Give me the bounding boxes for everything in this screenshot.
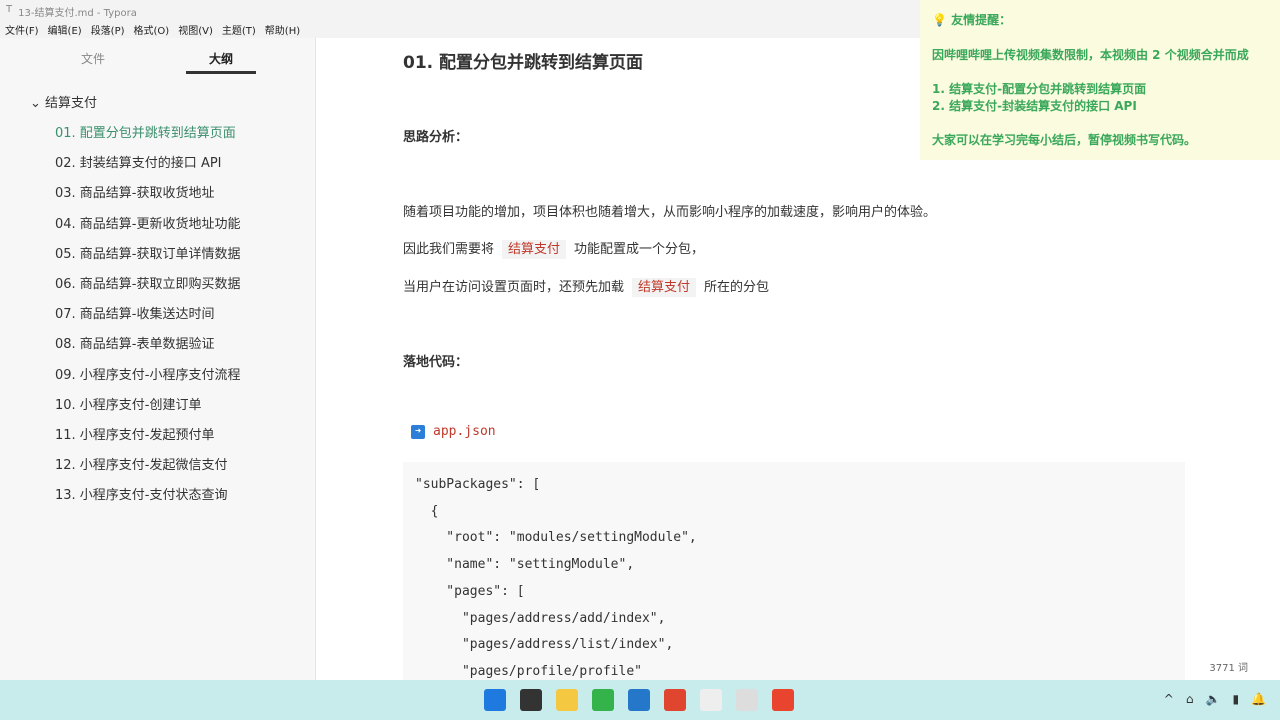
outline-item[interactable]: 13. 小程序支付-支付状态查询 [0, 484, 315, 514]
paragraph: 因此我们需要将 结算支付 功能配置成一个分包， [403, 238, 705, 259]
vscode-icon[interactable] [628, 689, 650, 711]
start-icon[interactable] [484, 689, 506, 711]
file-name: app.json [433, 424, 496, 439]
text: 因此我们需要将 [403, 242, 495, 257]
outline-item[interactable]: 02. 封装结算支付的接口 API [0, 152, 315, 182]
notice-overlay: 💡 友情提醒： 因哔哩哔哩上传视频集数限制，本视频由 2 个视频合并而成 1. … [920, 0, 1280, 160]
outline-item[interactable]: 08. 商品结算-表单数据验证 [0, 333, 315, 363]
outline-item[interactable]: 05. 商品结算-获取订单详情数据 [0, 243, 315, 273]
outline-item[interactable]: 11. 小程序支付-发起预付单 [0, 424, 315, 454]
outline-item[interactable]: 10. 小程序支付-创建订单 [0, 394, 315, 424]
sidebar: 文件 大纲 ⌄ 结算支付 01. 配置分包并跳转到结算页面 02. 封装结算支付的… [0, 38, 316, 680]
recorder-icon[interactable] [772, 689, 794, 711]
inline-code: 结算支付 [632, 278, 697, 297]
outline-item[interactable]: 03. 商品结算-获取收货地址 [0, 182, 315, 212]
tab-files[interactable]: 文件 [0, 38, 186, 74]
notice-title: 💡 友情提醒： [932, 12, 1268, 29]
menu-theme[interactable]: 主题(T) [222, 22, 256, 37]
explorer-icon[interactable] [556, 689, 578, 711]
tab-outline[interactable]: 大纲 [186, 38, 256, 74]
menu-format[interactable]: 格式(O) [134, 22, 170, 37]
bell-icon[interactable]: 🔔 [1251, 692, 1266, 706]
paragraph: 随着项目功能的增加，项目体积也随着增大，从而影响小程序的加载速度，影响用户的体验… [403, 205, 937, 220]
notice-line: 因哔哩哔哩上传视频集数限制，本视频由 2 个视频合并而成 [932, 48, 1249, 62]
arrow-right-icon: ➜ [411, 424, 425, 439]
menu-file[interactable]: 文件(F) [5, 22, 39, 37]
outline-item[interactable]: 04. 商品结算-更新收货地址功能 [0, 213, 315, 243]
landing-heading: 落地代码： [403, 355, 469, 370]
system-tray: ^ ⌂ 🔈 ▮ 🔔 [1164, 692, 1266, 706]
window-title: 13-结算支付.md - Typora [18, 8, 137, 19]
file-label: ➜ app.json [411, 424, 496, 439]
menu-view[interactable]: 视图(V) [178, 22, 213, 37]
notice-tip: 大家可以在学习完每小结后，暂停视频书写代码。 [932, 133, 1197, 147]
outline-item[interactable]: 01. 配置分包并跳转到结算页面 [0, 122, 315, 152]
typora-icon[interactable] [700, 689, 722, 711]
menu-edit[interactable]: 编辑(E) [48, 22, 82, 37]
chevron-up-icon[interactable]: ^ [1164, 692, 1174, 706]
page-title: 01. 配置分包并跳转到结算页面 [403, 53, 644, 73]
chrome-icon[interactable] [664, 689, 686, 711]
text: 所在的分包 [704, 280, 770, 295]
inline-code: 结算支付 [502, 240, 567, 259]
app-icon[interactable] [736, 689, 758, 711]
outline-root[interactable]: ⌄ 结算支付 [0, 92, 315, 122]
analysis-heading: 思路分析： [403, 130, 469, 145]
notice-item: 1. 结算支付-配置分包并跳转到结算页面 [932, 82, 1147, 96]
menu-help[interactable]: 帮助(H) [265, 22, 300, 37]
battery-icon[interactable]: ▮ [1232, 692, 1239, 706]
typora-icon: T [6, 4, 13, 15]
text: 功能配置成一个分包， [574, 242, 705, 257]
outline-item[interactable]: 12. 小程序支付-发起微信支付 [0, 454, 315, 484]
code-block[interactable]: "subPackages": [ { "root": "modules/sett… [403, 462, 1185, 680]
word-count[interactable]: 3771 词 [1209, 659, 1248, 674]
notice-title-text: 友情提醒： [951, 13, 1012, 27]
menu-paragraph[interactable]: 段落(P) [91, 22, 125, 37]
outline-item[interactable]: 09. 小程序支付-小程序支付流程 [0, 364, 315, 394]
volume-icon[interactable]: 🔈 [1205, 692, 1220, 706]
paragraph: 当用户在访问设置页面时，还预先加载 结算支付 所在的分包 [403, 276, 770, 297]
search-icon[interactable] [520, 689, 542, 711]
notice-item: 2. 结算支付-封装结算支付的接口 API [932, 99, 1137, 113]
outline-root-label: 结算支付 [45, 96, 98, 111]
outline: ⌄ 结算支付 01. 配置分包并跳转到结算页面 02. 封装结算支付的接口 AP… [0, 74, 315, 514]
taskbar: ^ ⌂ 🔈 ▮ 🔔 [0, 680, 1280, 720]
outline-item[interactable]: 06. 商品结算-获取立即购买数据 [0, 273, 315, 303]
text: 当用户在访问设置页面时，还预先加载 [403, 280, 625, 295]
wechat-dev-icon[interactable] [592, 689, 614, 711]
wifi-icon[interactable]: ⌂ [1186, 692, 1194, 706]
lightbulb-icon: 💡 [932, 13, 947, 27]
outline-item[interactable]: 07. 商品结算-收集送达时间 [0, 303, 315, 333]
